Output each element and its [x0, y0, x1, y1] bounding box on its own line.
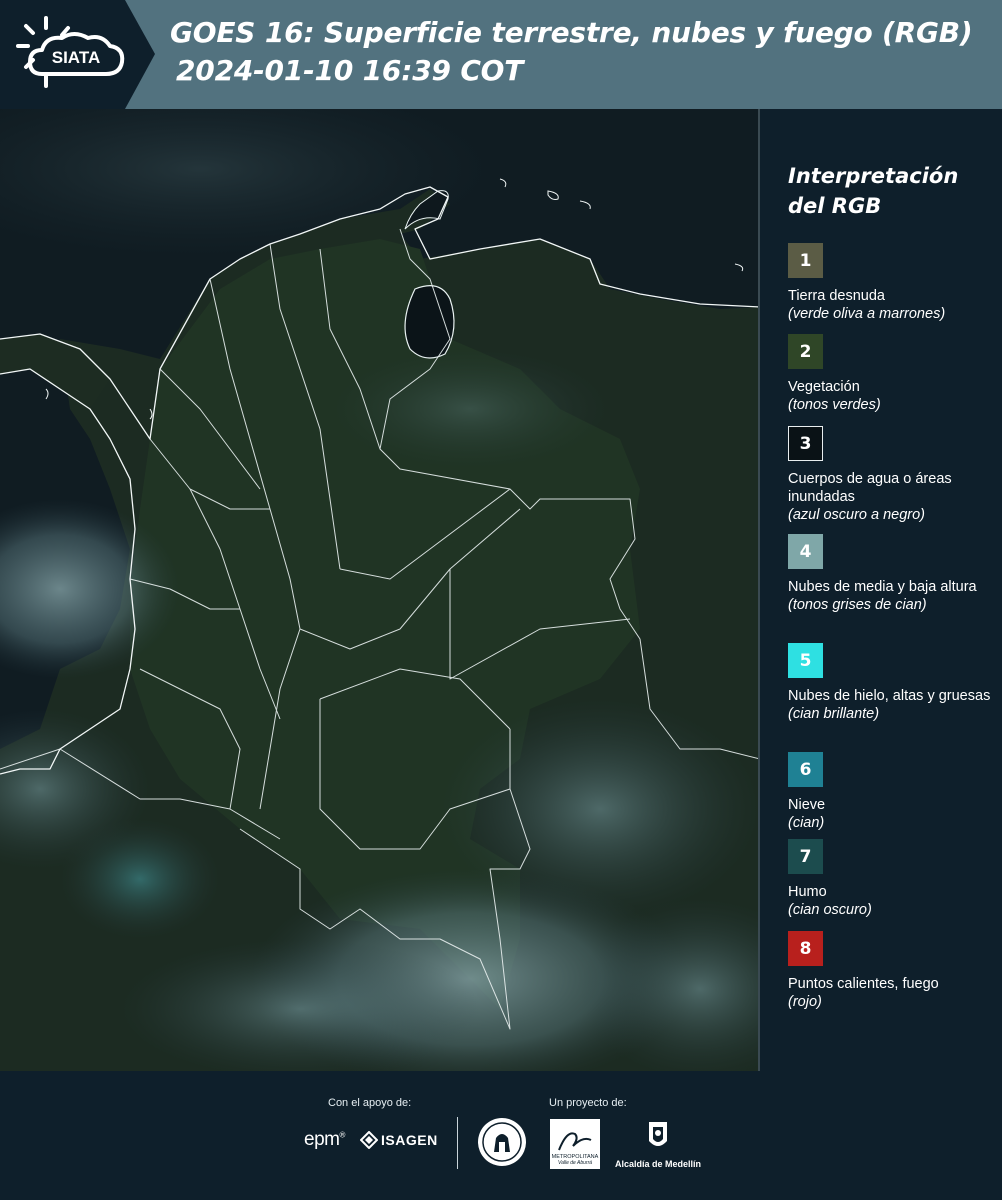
logo-panel-shape: SIATA	[0, 0, 155, 109]
isagen-logo[interactable]: ISAGEN	[360, 1131, 438, 1149]
legend-item-7: 7 Humo (cian oscuro)	[788, 839, 1002, 919]
satellite-map[interactable]	[0, 109, 760, 1071]
legend-swatch: 4	[788, 534, 823, 569]
footer-logos: Con el apoyo de: Un proyecto de: epm® IS…	[0, 1071, 1002, 1200]
legend-sublabel: (rojo)	[788, 994, 822, 1010]
legend-sublabel: (tonos verdes)	[788, 397, 881, 413]
project-caption: Un proyecto de:	[549, 1097, 627, 1109]
legend-swatch: 2	[788, 334, 823, 369]
legend-sublabel: (cian)	[788, 815, 825, 831]
legend-sublabel: (verde oliva a marrones)	[788, 306, 946, 322]
area-script-icon	[558, 1132, 592, 1151]
alcaldia-medellin-logo[interactable]: Alcaldía de Medellín	[612, 1119, 704, 1169]
legend-swatch: 5	[788, 643, 823, 678]
legend-item-8: 8 Puntos calientes, fuego (rojo)	[788, 931, 1002, 1011]
legend-item-1: 1 Tierra desnuda (verde oliva a marrones)	[788, 243, 1002, 323]
valle-aburra-text: Valle de Aburrá	[557, 1160, 593, 1166]
header-banner: SIATA GOES 16: Superficie terrestre, nub…	[0, 0, 1002, 109]
legend-item-5: 5 Nubes de hielo, altas y gruesas (cian br…	[788, 643, 1002, 723]
title-line-product: GOES 16: Superficie terrestre, nubes y f…	[170, 16, 973, 49]
legend-label: Nubes de hielo, altas y gruesas	[788, 688, 991, 704]
metropolitana-logo[interactable]: METROPOLITANA Valle de Aburrá	[550, 1119, 600, 1169]
legend-label: Vegetación	[788, 379, 860, 395]
epm-logo-text: epm	[304, 1129, 340, 1150]
legend-item-3: 3 Cuerpos de agua o áreas inundadas (azul …	[788, 426, 1002, 524]
lake-maracaibo	[404, 285, 455, 359]
legend-label: Cuerpos de agua o áreas inundadas	[788, 471, 952, 505]
support-caption: Con el apoyo de:	[328, 1097, 412, 1109]
siata-logo[interactable]: SIATA	[0, 0, 155, 109]
area-metropolitana-seal[interactable]	[476, 1116, 528, 1172]
legend-sublabel: (tonos grises de cian)	[788, 597, 927, 613]
legend-swatch: 6	[788, 752, 823, 787]
legend-swatch: 3	[788, 426, 823, 461]
rgb-legend: Interpretación del RGB 1 Tierra desnuda (v…	[762, 109, 1002, 1071]
footer-divider	[457, 1117, 458, 1169]
map-canvas	[0, 109, 758, 1071]
page-title: GOES 16: Superficie terrestre, nubes y f…	[170, 14, 1000, 90]
alcaldia-text: Alcaldía de Medellín	[614, 1159, 702, 1169]
title-line-timestamp: 2024-01-10 16:39 COT	[176, 54, 524, 87]
isagen-logo-text: ISAGEN	[381, 1132, 438, 1148]
legend-item-4: 4 Nubes de media y baja altura (tonos gris…	[788, 534, 1002, 614]
legend-label: Puntos calientes, fuego	[788, 976, 939, 992]
legend-sublabel: (cian brillante)	[788, 706, 880, 722]
legend-swatch: 1	[788, 243, 823, 278]
legend-label: Tierra desnuda	[788, 288, 885, 304]
isagen-diamond-icon	[360, 1131, 378, 1149]
legend-label: Nubes de media y baja altura	[788, 579, 977, 595]
legend-sublabel: (cian oscuro)	[788, 902, 872, 918]
legend-item-6: 6 Nieve (cian)	[788, 752, 1002, 832]
legend-sublabel: (azul oscuro a negro)	[788, 507, 926, 523]
legend-item-2: 2 Vegetación (tonos verdes)	[788, 334, 1002, 414]
legend-swatch: 8	[788, 931, 823, 966]
legend-label: Humo	[788, 884, 827, 900]
legend-label: Nieve	[788, 797, 826, 813]
legend-title: Interpretación del RGB	[788, 164, 959, 218]
medellin-shield-icon	[649, 1122, 667, 1146]
legend-swatch: 7	[788, 839, 823, 874]
epm-logo[interactable]: epm®	[304, 1129, 345, 1151]
seal-icon	[478, 1118, 526, 1166]
logo-text: SIATA	[52, 48, 100, 67]
